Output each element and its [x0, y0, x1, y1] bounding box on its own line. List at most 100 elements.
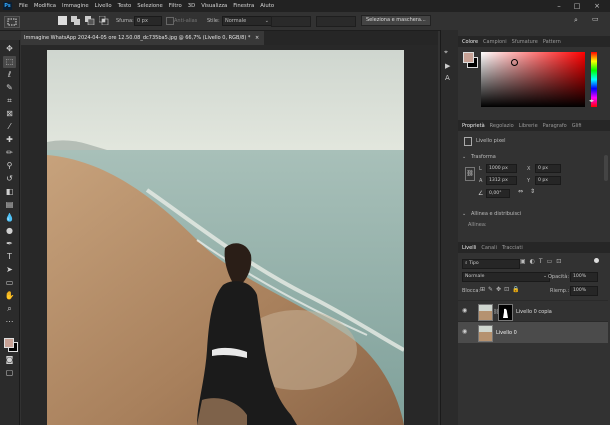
quick-mask-icon[interactable]: ◙	[3, 354, 16, 366]
select-and-mask-button[interactable]: Seleziona e maschera...	[361, 15, 431, 26]
workspace-icon[interactable]: ▭	[592, 15, 599, 23]
history-icon[interactable]: ⌖	[444, 48, 454, 58]
tab-paragrafo[interactable]: Paragrafo	[543, 123, 567, 129]
eye-icon[interactable]: ◉	[462, 328, 467, 335]
type-icon[interactable]: T	[3, 251, 16, 263]
blend-mode-select[interactable]: Normale ⌄	[462, 272, 550, 282]
dodge-icon[interactable]: ●	[3, 225, 16, 237]
quick-select-icon[interactable]: ✎	[3, 82, 16, 94]
flip-horizontal-icon[interactable]: ⇔	[518, 188, 523, 195]
character-icon[interactable]: A	[445, 74, 450, 82]
menu-filtro[interactable]: Filtro	[169, 3, 182, 9]
menu-file[interactable]: File	[19, 3, 28, 9]
menu-livello[interactable]: Livello	[95, 3, 112, 9]
lasso-icon[interactable]: ℓ	[3, 69, 16, 81]
layer-mask-thumbnail[interactable]	[498, 304, 513, 321]
minimize-icon[interactable]: –	[552, 0, 566, 12]
tab-pattern[interactable]: Pattern	[543, 39, 561, 45]
rect-marquee-icon[interactable]: ⬚	[3, 56, 16, 68]
color-picker-cursor[interactable]	[511, 59, 518, 66]
layer-filter-select[interactable]: ⌕ Tipo	[462, 259, 520, 269]
chevron-down-icon[interactable]: ⌄	[462, 154, 466, 160]
sfuma-input[interactable]: 0 px	[134, 16, 162, 26]
tab-campioni[interactable]: Campioni	[483, 39, 507, 45]
foreground-color-swatch[interactable]	[4, 338, 14, 348]
blur-icon[interactable]: 💧	[3, 212, 16, 224]
angle-input[interactable]: 0,00°	[486, 189, 510, 198]
eyedropper-icon[interactable]: ⁄	[3, 121, 16, 133]
opacity-input[interactable]: 100%	[570, 272, 598, 282]
layer-row-base[interactable]: ◉ Livello 0	[458, 321, 608, 343]
gradient-icon[interactable]: ▤	[3, 199, 16, 211]
layer-filter-icons[interactable]: ▣◐T▭⊡	[520, 258, 565, 265]
menu-visualizza[interactable]: Visualizza	[201, 3, 227, 9]
pen-icon[interactable]: ✒	[3, 238, 16, 250]
eye-icon[interactable]: ◉	[462, 307, 467, 314]
properties-scrollbar[interactable]	[604, 155, 608, 181]
tool-preset-picker[interactable]	[4, 16, 20, 28]
chevron-down-icon[interactable]: ⌄	[462, 211, 466, 217]
color-fg-swatch[interactable]	[463, 52, 474, 63]
more-tools-icon[interactable]: ⋯	[3, 316, 16, 328]
maximize-icon[interactable]: □	[570, 0, 584, 12]
layer-name[interactable]: Livello 0	[496, 330, 517, 336]
hue-slider-handle-icon[interactable]: ◂▸	[589, 98, 594, 104]
layer-name[interactable]: Livello 0 copia	[516, 309, 552, 315]
healing-brush-icon[interactable]: ✚	[3, 134, 16, 146]
intersect-selection-icon[interactable]	[98, 15, 109, 26]
tab-colore[interactable]: Colore	[462, 39, 478, 45]
lock-icons[interactable]: ⊞✎✥⊡🔒	[480, 286, 523, 293]
lock-label: Blocca:	[462, 288, 481, 294]
opacity-label: Opacità:	[548, 274, 570, 280]
width-input[interactable]: 1000 px	[486, 164, 517, 173]
close-window-icon[interactable]: ×	[590, 0, 604, 12]
frame-icon[interactable]: ⊠	[3, 108, 16, 120]
link-icon[interactable]: ⛓	[465, 167, 475, 181]
add-selection-icon[interactable]	[71, 16, 81, 25]
menu-selezione[interactable]: Selezione	[137, 3, 162, 9]
tab-librerie[interactable]: Librerie	[519, 123, 538, 129]
tab-proprieta[interactable]: Proprietà	[462, 123, 485, 129]
tab-tracciati[interactable]: Tracciati	[502, 245, 523, 251]
zoom-icon[interactable]: ⌕	[3, 303, 16, 315]
menu-3d[interactable]: 3D	[188, 3, 195, 9]
color-picker-field[interactable]	[481, 52, 585, 107]
tab-livelli[interactable]: Livelli	[462, 245, 476, 251]
close-tab-icon[interactable]: ×	[255, 35, 259, 41]
chevron-down-icon: ⌄	[264, 18, 269, 24]
filter-toggle-icon[interactable]	[594, 258, 599, 263]
crop-icon[interactable]: ⌗	[3, 95, 16, 107]
tab-sfumature[interactable]: Sfumature	[512, 39, 538, 45]
eraser-icon[interactable]: ◧	[3, 186, 16, 198]
play-icon[interactable]: ▶	[445, 62, 450, 70]
layer-row-copy[interactable]: ◉ ⛓ Livello 0 copia	[458, 300, 608, 322]
flip-vertical-icon[interactable]: ⇕	[530, 188, 535, 195]
move-icon[interactable]: ✥	[3, 43, 16, 55]
tab-glifi[interactable]: Glifi	[572, 123, 582, 129]
tab-canali[interactable]: Canali	[481, 245, 497, 251]
history-brush-icon[interactable]: ↺	[3, 173, 16, 185]
new-selection-icon[interactable]	[58, 16, 67, 25]
menu-finestra[interactable]: Finestra	[233, 3, 254, 9]
path-select-icon[interactable]: ➤	[3, 264, 16, 276]
search-icon[interactable]: ⌕	[574, 16, 578, 25]
clone-stamp-icon[interactable]: ⚲	[3, 160, 16, 172]
stile-select[interactable]: Normale ⌄	[222, 16, 272, 26]
x-input[interactable]: 0 px	[535, 164, 561, 173]
hand-icon[interactable]: ✋	[3, 290, 16, 302]
menu-testo[interactable]: Testo	[118, 3, 132, 9]
height-input[interactable]: 1312 px	[486, 176, 517, 185]
shape-icon[interactable]: ▭	[3, 277, 16, 289]
subtract-selection-icon[interactable]	[85, 16, 95, 26]
tab-regolazioni[interactable]: Regolazio	[490, 123, 514, 129]
menu-immagine[interactable]: Immagine	[62, 3, 89, 9]
screen-mode-icon[interactable]: ▢	[3, 367, 16, 379]
fill-input[interactable]: 100%	[570, 286, 598, 296]
brush-icon[interactable]: ✏	[3, 147, 16, 159]
menu-aiuto[interactable]: Aiuto	[260, 3, 274, 9]
antialias-checkbox[interactable]	[166, 17, 174, 25]
y-input[interactable]: 0 px	[535, 176, 561, 185]
document-tab[interactable]: Immagine WhatsApp 2024-04-05 ore 12.50.0…	[21, 31, 264, 45]
document-image[interactable]	[47, 50, 404, 425]
menu-modifica[interactable]: Modifica	[34, 3, 56, 9]
